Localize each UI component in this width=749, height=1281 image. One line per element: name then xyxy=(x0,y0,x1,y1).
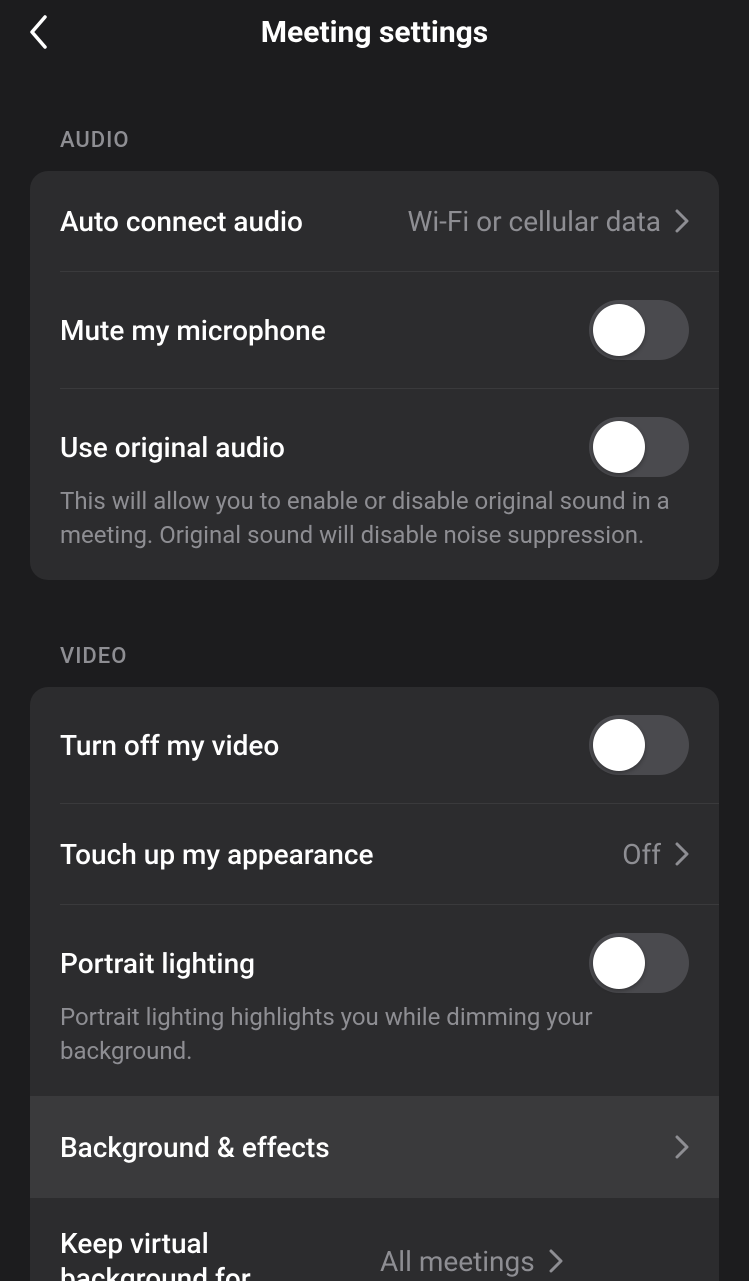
desc-portrait-lighting: Portrait lighting highlights you while d… xyxy=(30,1001,719,1096)
toggle-turn-off-my-video[interactable] xyxy=(589,715,689,775)
label-portrait-lighting: Portrait lighting xyxy=(60,946,569,981)
toggle-mute-my-microphone[interactable] xyxy=(589,300,689,360)
label-turn-off-my-video: Turn off my video xyxy=(60,728,569,763)
value-keep-virtual-background-for: All meetings xyxy=(380,1244,535,1279)
section-header-audio: AUDIO xyxy=(60,128,719,153)
row-portrait-lighting: Portrait lighting Portrait lighting high… xyxy=(30,905,719,1096)
label-use-original-audio: Use original audio xyxy=(60,430,569,465)
content: AUDIO Auto connect audio Wi-Fi or cellul… xyxy=(0,128,749,1281)
label-auto-connect-audio: Auto connect audio xyxy=(60,204,388,239)
label-background-effects: Background & effects xyxy=(60,1130,661,1165)
label-mute-my-microphone: Mute my microphone xyxy=(60,313,569,348)
chevron-left-icon xyxy=(27,14,49,50)
row-touch-up-appearance[interactable]: Touch up my appearance Off xyxy=(30,804,719,904)
row-use-original-audio: Use original audio This will allow you t… xyxy=(30,389,719,580)
toggle-use-original-audio[interactable] xyxy=(589,417,689,477)
chevron-right-icon xyxy=(675,1135,689,1159)
value-auto-connect-audio: Wi-Fi or cellular data xyxy=(408,204,661,239)
label-touch-up-appearance: Touch up my appearance xyxy=(60,837,602,872)
row-background-effects[interactable]: Background & effects xyxy=(30,1097,719,1197)
page-title: Meeting settings xyxy=(261,15,488,50)
chevron-right-icon xyxy=(675,209,689,233)
section-header-video: VIDEO xyxy=(60,644,719,669)
value-touch-up-appearance: Off xyxy=(622,837,661,872)
group-audio: Auto connect audio Wi-Fi or cellular dat… xyxy=(30,171,719,580)
toggle-portrait-lighting[interactable] xyxy=(589,933,689,993)
group-video: Turn off my video Touch up my appearance… xyxy=(30,687,719,1281)
chevron-right-icon xyxy=(549,1249,563,1273)
row-auto-connect-audio[interactable]: Auto connect audio Wi-Fi or cellular dat… xyxy=(30,171,719,271)
back-button[interactable] xyxy=(16,10,60,54)
row-mute-my-microphone: Mute my microphone xyxy=(30,272,719,388)
row-keep-virtual-background-for[interactable]: Keep virtual background for All meetings xyxy=(30,1198,719,1281)
row-turn-off-my-video: Turn off my video xyxy=(30,687,719,803)
desc-use-original-audio: This will allow you to enable or disable… xyxy=(30,485,719,580)
chevron-right-icon xyxy=(675,842,689,866)
header: Meeting settings xyxy=(0,0,749,64)
label-keep-virtual-background-for: Keep virtual background for xyxy=(60,1226,360,1281)
